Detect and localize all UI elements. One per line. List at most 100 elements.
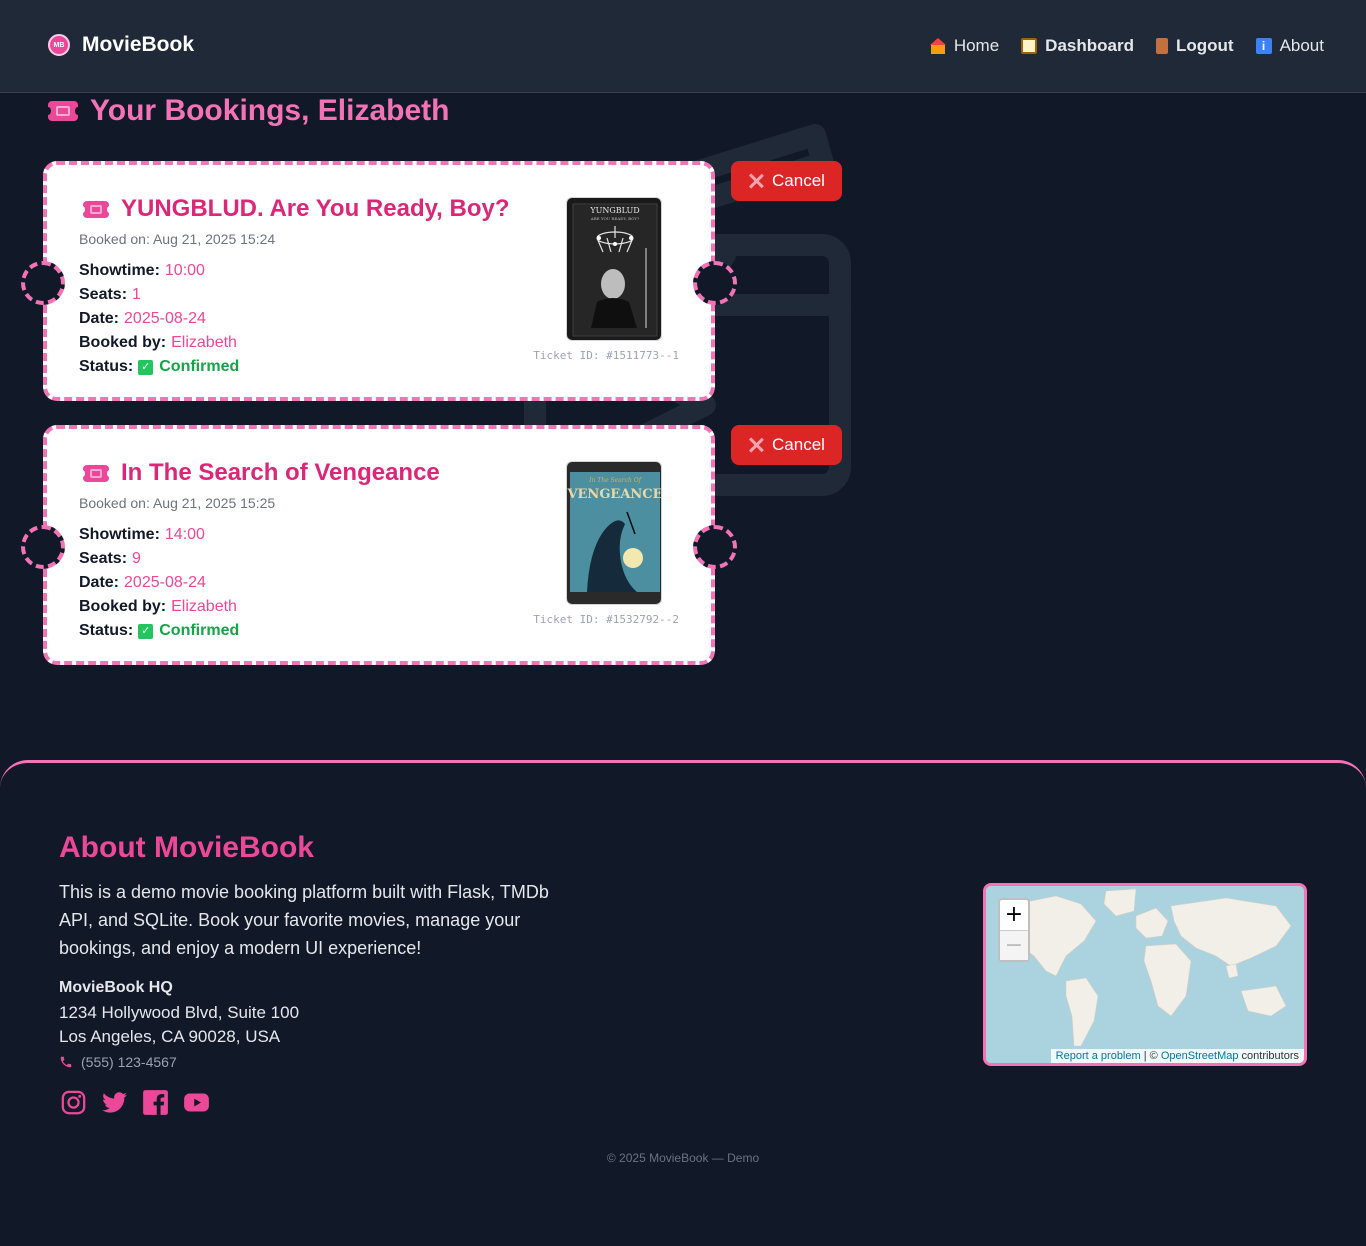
- movie-poster: YUNGBLUD ARE YOU READY, BOY?: [566, 197, 662, 341]
- showtime-row: Showtime: 10:00: [79, 259, 239, 283]
- poster-subtitle: VENGEANCE: [567, 487, 662, 502]
- date-row: Date: 2025-08-24: [79, 307, 239, 331]
- movie-title: YUNGBLUD. Are You Ready, Boy?: [121, 195, 510, 222]
- cancel-label: Cancel: [772, 171, 825, 190]
- close-icon: [748, 173, 764, 189]
- ticket-notch: [21, 525, 65, 569]
- nav-links: Home Dashboard Logout i About: [929, 36, 1324, 56]
- report-problem-link[interactable]: Report a problem: [1056, 1050, 1141, 1062]
- nav-link-label: Logout: [1175, 36, 1234, 55]
- status-value: ✓ Confirmed: [138, 355, 239, 379]
- facebook-icon[interactable]: [142, 1089, 169, 1116]
- status-row: Status: ✓ Confirmed: [79, 619, 239, 643]
- nav-link-home[interactable]: Home: [929, 36, 1000, 56]
- poster-image: YUNGBLUD ARE YOU READY, BOY?: [567, 198, 661, 340]
- attrib-sep: | ©: [1140, 1050, 1161, 1062]
- booking-details: Showtime: 10:00 Seats: 1 Date: 2025-08-24 B…: [79, 259, 239, 379]
- showtime-label: Showtime:: [79, 526, 160, 543]
- house-icon: [929, 38, 946, 54]
- booked-by-value: Elizabeth: [171, 598, 237, 615]
- phone-icon: [60, 1056, 72, 1068]
- copyright: © 2025 MovieBook — Demo: [606, 1151, 760, 1165]
- nav-link-label: Home: [953, 36, 1000, 55]
- poster-subtitle: ARE YOU READY, BOY?: [590, 216, 639, 221]
- seats-label: Seats:: [79, 286, 128, 303]
- booked-by-value: Elizabeth: [171, 334, 237, 351]
- booking-title: YUNGBLUD. Are You Ready, Boy?: [80, 195, 510, 223]
- footer-title: About MovieBook: [59, 831, 314, 864]
- status-label: Status:: [79, 622, 134, 639]
- zoom-out-button[interactable]: −: [1000, 930, 1028, 960]
- map-attribution: Report a problem | © OpenStreetMap contr…: [1050, 1049, 1304, 1063]
- status-label: Status:: [79, 358, 134, 375]
- booking-title: In The Search of Vengeance: [80, 459, 440, 487]
- ticket-icon: [80, 200, 112, 218]
- ticket-id: Ticket ID: #1532792--2: [533, 613, 679, 626]
- check-icon: ✓: [138, 359, 154, 375]
- close-icon: [748, 437, 764, 453]
- navbar: MB MovieBook Home Dashboard Logout i Abo…: [0, 0, 1366, 93]
- door-icon: [1155, 38, 1168, 54]
- status-text: Confirmed: [159, 622, 240, 639]
- seats-row: Seats: 1: [79, 283, 239, 307]
- date-value: 2025-08-24: [124, 310, 206, 327]
- clipboard-icon: [1021, 38, 1038, 54]
- twitter-icon[interactable]: [101, 1089, 128, 1116]
- nav-link-dashboard[interactable]: Dashboard: [1021, 36, 1134, 56]
- seats-label: Seats:: [79, 550, 128, 567]
- seats-value: 1: [132, 286, 141, 303]
- status-value: ✓ Confirmed: [138, 619, 239, 643]
- page-title: Your Bookings, Elizabeth: [45, 94, 450, 128]
- booking-card: In The Search of Vengeance Booked on: Au…: [21, 425, 737, 665]
- showtime-value: 10:00: [164, 262, 205, 279]
- booked-by-label: Booked by:: [79, 334, 167, 351]
- nav-link-label: Dashboard: [1045, 36, 1134, 55]
- phone: (555) 123-4567: [59, 1054, 177, 1070]
- seats-row: Seats: 9: [79, 547, 239, 571]
- nav-link-logout[interactable]: Logout: [1155, 36, 1234, 56]
- seats-value: 9: [132, 550, 141, 567]
- youtube-icon[interactable]: [183, 1089, 210, 1116]
- poster-image: In The Search Of VENGEANCE: [567, 462, 662, 604]
- nav-link-about[interactable]: i About: [1255, 36, 1324, 56]
- booking-card: YUNGBLUD. Are You Ready, Boy? Booked on:…: [21, 161, 737, 401]
- social-links: [60, 1089, 210, 1116]
- cancel-booking-button[interactable]: Cancel: [731, 161, 842, 201]
- status-row: Status: ✓ Confirmed: [79, 355, 239, 379]
- cancel-booking-button[interactable]: Cancel: [731, 425, 842, 465]
- showtime-value: 14:00: [164, 526, 205, 543]
- nav-link-label: About: [1279, 36, 1324, 55]
- ticket-icon: [80, 464, 112, 482]
- showtime-label: Showtime:: [79, 262, 160, 279]
- check-icon: ✓: [138, 623, 154, 639]
- zoom-in-button[interactable]: +: [1000, 900, 1028, 930]
- phone-number: (555) 123-4567: [81, 1054, 177, 1070]
- movie-title: In The Search of Vengeance: [121, 459, 440, 486]
- info-icon: i: [1255, 38, 1272, 54]
- footer: About MovieBook This is a demo movie boo…: [0, 760, 1366, 1246]
- date-label: Date:: [79, 310, 120, 327]
- booked-by-row: Booked by: Elizabeth: [79, 331, 239, 355]
- ticket-notch: [693, 525, 737, 569]
- ticket-icon: [45, 101, 81, 121]
- date-row: Date: 2025-08-24: [79, 571, 239, 595]
- osm-link[interactable]: OpenStreetMap: [1161, 1050, 1239, 1062]
- address-line-2: Los Angeles, CA 90028, USA: [59, 1027, 281, 1046]
- ticket-id: Ticket ID: #1511773--1: [533, 349, 679, 362]
- booking-details: Showtime: 14:00 Seats: 9 Date: 2025-08-24 B…: [79, 523, 239, 643]
- ticket-notch: [21, 261, 65, 305]
- movie-poster: In The Search Of VENGEANCE: [566, 461, 662, 605]
- cancel-label: Cancel: [772, 435, 825, 454]
- showtime-row: Showtime: 14:00: [79, 523, 239, 547]
- hq-name: MovieBook HQ: [59, 979, 173, 996]
- ticket-notch: [693, 261, 737, 305]
- attrib-contrib: contributors: [1238, 1050, 1299, 1062]
- brand[interactable]: MB MovieBook: [48, 33, 194, 57]
- instagram-icon[interactable]: [60, 1089, 87, 1116]
- brand-name: MovieBook: [82, 33, 195, 56]
- page-title-text: Your Bookings, Elizabeth: [90, 94, 450, 127]
- map-zoom-control: + −: [998, 898, 1030, 962]
- date-label: Date:: [79, 574, 120, 591]
- world-map: [986, 886, 1304, 1063]
- location-map[interactable]: + − Report a problem | © OpenStreetMap c…: [983, 883, 1307, 1066]
